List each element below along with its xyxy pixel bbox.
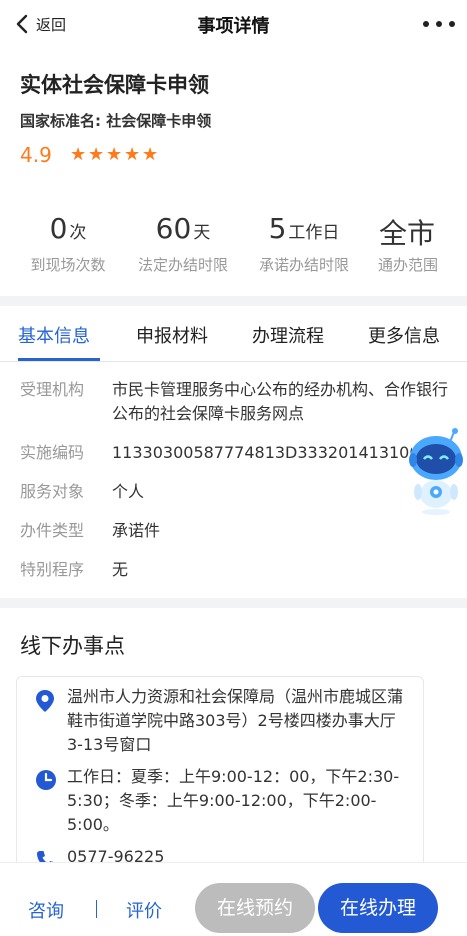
location-pin-icon [36, 690, 54, 712]
tab-active-indicator [18, 358, 100, 361]
stat-label: 到现场次数 [30, 256, 106, 274]
stat-promised-limit: 5 工作日 承诺办结时限 [248, 212, 360, 275]
info-label: 服务对象 [20, 482, 85, 501]
stat-unit: 天 [193, 223, 211, 243]
info-label: 实施编码 [20, 443, 85, 462]
stats-row: 0次 到现场次数 60 天 法定办结时限 5 工作日 承诺办结时限 全市 通办范围 [0, 212, 467, 282]
offline-location-card[interactable]: 温州市人力资源和社会保障局（温州市鹿城区蒲鞋市街道学院中路303号）2号楼四楼办… [16, 676, 424, 876]
tab-process[interactable]: 办理流程 [252, 322, 324, 348]
star-icon: ★ [106, 144, 123, 165]
stat-visits: 0次 到现场次数 [18, 212, 118, 275]
info-row-code: 实施编码 11330300587774813D3332014131005 [20, 441, 450, 465]
rating: 4.9 ★ ★ ★ ★ ★ [20, 142, 450, 168]
info-value: 市民卡管理服务中心公布的经办机构、合作银行公布的社会保障卡服务网点 [112, 380, 449, 423]
star-icon: ★ [88, 144, 105, 165]
info-row-agency: 受理机构 市民卡管理服务中心公布的经办机构、合作银行公布的社会保障卡服务网点 [20, 378, 450, 426]
stat-value: 5 [268, 212, 287, 245]
stat-scope: 全市 通办范围 [368, 212, 448, 275]
tab-more-info[interactable]: 更多信息 [368, 322, 440, 348]
info-value: 承诺件 [112, 521, 161, 540]
online-reserve-button[interactable]: 在线预约 [195, 883, 315, 933]
star-icon: ★ [124, 144, 141, 165]
stat-legal-limit: 60 天 法定办结时限 [128, 212, 238, 275]
rating-score: 4.9 [20, 143, 52, 167]
info-value: 个人 [112, 482, 145, 501]
online-handle-button[interactable]: 在线办理 [318, 883, 438, 933]
bottom-divider [96, 900, 97, 918]
stat-label: 法定办结时限 [137, 256, 228, 274]
stat-label: 承诺办结时限 [258, 256, 349, 274]
bottom-action-bar: 咨询 评价 在线预约 在线办理 [0, 862, 467, 936]
info-label: 受理机构 [20, 380, 85, 399]
hours-text: 工作日：夏季：上午9:00-12：00，下午2:30-5:30；冬季：上午9:0… [67, 767, 400, 834]
rating-stars: ★ ★ ★ ★ ★ [70, 145, 160, 165]
info-label: 办件类型 [20, 521, 85, 540]
section-divider [0, 296, 467, 306]
address-row: 温州市人力资源和社会保障局（温州市鹿城区蒲鞋市街道学院中路303号）2号楼四楼办… [35, 685, 407, 757]
star-icon: ★ [142, 144, 159, 165]
stat-value: 0 [49, 212, 68, 245]
info-label: 特别程序 [20, 560, 85, 579]
more-icon[interactable] [423, 14, 455, 34]
page-title: 事项详情 [197, 16, 270, 37]
item-title: 实体社会保障卡申领 [20, 73, 209, 97]
star-icon: ★ [70, 144, 87, 165]
stat-label: 通办范围 [377, 256, 438, 274]
tab-materials[interactable]: 申报材料 [136, 322, 208, 348]
consult-button[interactable]: 咨询 [28, 897, 64, 923]
info-row-target: 服务对象 个人 [20, 480, 450, 504]
info-row-special: 特别程序 无 [20, 558, 450, 582]
tab-bar: 基本信息 申报材料 办理流程 更多信息 [0, 306, 467, 362]
navbar: 返回 事项详情 [0, 0, 467, 48]
stat-value: 60 [155, 212, 192, 245]
info-value: 无 [112, 560, 129, 579]
offline-section-title: 线下办事点 [20, 634, 125, 658]
robot-assistant-icon[interactable] [404, 426, 467, 518]
basic-info-list: 受理机构 市民卡管理服务中心公布的经办机构、合作银行公布的社会保障卡服务网点 实… [20, 378, 450, 597]
item-header: 实体社会保障卡申领 国家标准名: 社会保障卡申领 4.9 ★ ★ ★ ★ ★ [20, 70, 450, 168]
evaluate-button[interactable]: 评价 [126, 897, 162, 923]
stat-unit: 工作日 [288, 223, 340, 243]
address-text: 温州市人力资源和社会保障局（温州市鹿城区蒲鞋市街道学院中路303号）2号楼四楼办… [67, 687, 404, 754]
stat-value: 全市 [378, 217, 435, 250]
stat-unit: 次 [69, 223, 87, 243]
info-row-type: 办件类型 承诺件 [20, 519, 450, 543]
tab-basic-info[interactable]: 基本信息 [18, 322, 90, 348]
clock-icon [36, 770, 56, 790]
standard-name: 国家标准名: 社会保障卡申领 [20, 112, 212, 130]
info-value: 11330300587774813D3332014131005 [112, 443, 412, 462]
hours-row: 工作日：夏季：上午9:00-12：00，下午2:30-5:30；冬季：上午9:0… [35, 765, 407, 837]
section-divider [0, 598, 467, 608]
